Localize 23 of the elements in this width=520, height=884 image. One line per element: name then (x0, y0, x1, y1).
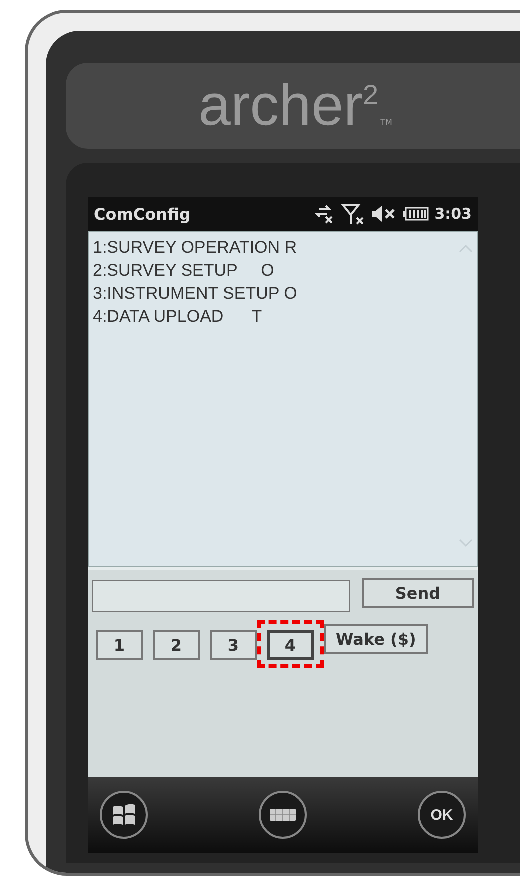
command-button[interactable]: 4 (267, 630, 314, 660)
menu-line: 4:DATA UPLOAD T (93, 306, 262, 328)
menu-line: 3:INSTRUMENT SETUP O (93, 283, 298, 305)
trademark-mark: TM (380, 118, 392, 127)
keyboard-button[interactable] (259, 791, 307, 839)
send-button[interactable]: Send (362, 578, 474, 608)
command-button[interactable]: 2 (153, 630, 200, 660)
keyboard-icon (270, 809, 296, 821)
speaker-muted-icon (370, 205, 397, 223)
ok-button[interactable]: OK (418, 791, 466, 839)
window-title: ComConfig (94, 204, 191, 224)
command-button[interactable]: Wake ($) (324, 624, 428, 654)
start-button[interactable] (100, 791, 148, 839)
battery-icon (402, 207, 429, 221)
clock-time: 3:03 (434, 205, 472, 223)
command-input-field[interactable] (92, 580, 350, 612)
device-logo: archer$^{2}$ (198, 77, 379, 135)
menu-line: 1:SURVEY OPERATION R (93, 237, 298, 259)
signal-off-icon (340, 203, 365, 225)
command-button[interactable]: 1 (96, 630, 143, 660)
window-panes-icon (110, 802, 138, 828)
command-button[interactable]: 3 (210, 630, 257, 660)
menu-line: 2:SURVEY SETUP O (93, 260, 274, 282)
